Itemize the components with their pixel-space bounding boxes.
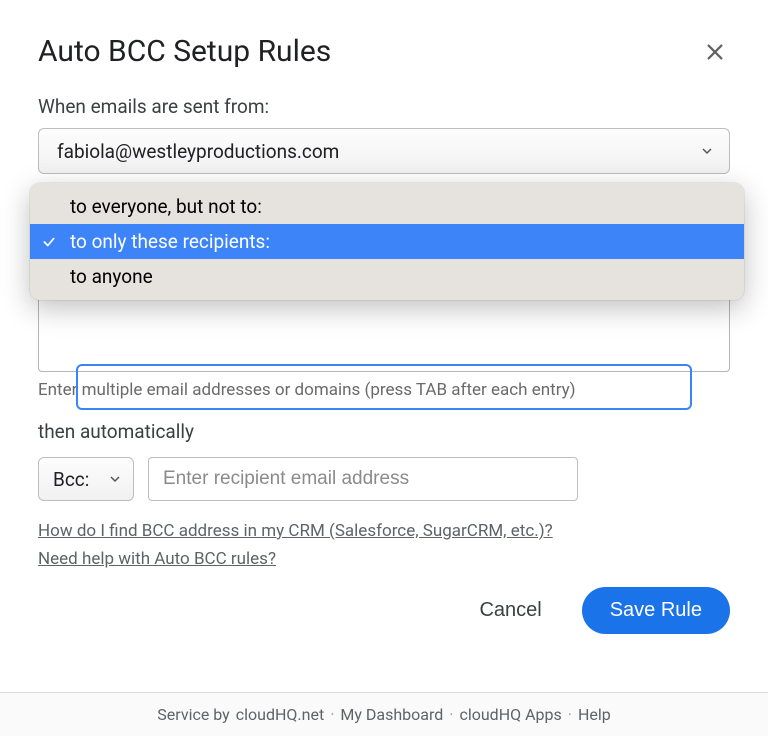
footer-help-link[interactable]: Help [578,705,611,724]
dropdown-option-anyone[interactable]: to anyone [30,259,744,294]
dropdown-option-label: to everyone, but not to: [70,195,262,218]
then-label: then automatically [38,420,730,443]
title-row: Auto BCC Setup Rules [38,34,730,69]
footer-apps-link[interactable]: cloudHQ Apps [459,705,561,724]
bcc-type-value: Bcc: [53,468,89,491]
from-label: When emails are sent from: [38,95,730,118]
dropdown-option-label: to anyone [70,265,153,288]
footer-separator: · [568,705,572,724]
footer-separator: · [330,705,334,724]
close-icon [704,41,726,63]
action-row: Bcc: [38,457,730,501]
footer-dashboard-link[interactable]: My Dashboard [340,705,443,724]
from-email-select[interactable]: fabiola@westleyproductions.com [38,128,730,174]
chevron-down-icon [107,471,123,487]
recipient-mode-dropdown: to everyone, but not to: to only these r… [30,183,744,300]
chevron-down-icon [699,143,715,159]
dropdown-option-only-these[interactable]: to only these recipients: [30,224,744,259]
help-link-crm[interactable]: How do I find BCC address in my CRM (Sal… [38,521,730,541]
cancel-button[interactable]: Cancel [467,591,553,630]
footer: Service by cloudHQ.net · My Dashboard · … [0,692,768,736]
footer-separator: · [449,705,453,724]
dialog: Auto BCC Setup Rules When emails are sen… [0,0,768,634]
help-link-rules[interactable]: Need help with Auto BCC rules? [38,549,730,569]
save-rule-button[interactable]: Save Rule [582,587,730,634]
recipient-email-input[interactable] [148,457,578,501]
close-button[interactable] [700,37,730,67]
from-email-value: fabiola@westleyproductions.com [57,140,339,163]
footer-service-link[interactable]: cloudHQ.net [236,705,324,724]
bcc-type-select[interactable]: Bcc: [38,457,134,501]
dialog-title: Auto BCC Setup Rules [38,34,331,69]
dropdown-option-everyone-but[interactable]: to everyone, but not to: [30,189,744,224]
footer-service-prefix: Service by [157,705,229,724]
recipient-mode-select[interactable] [76,364,692,410]
dialog-buttons: Cancel Save Rule [38,587,730,634]
dropdown-option-label: to only these recipients: [70,230,270,253]
check-icon [42,235,56,249]
